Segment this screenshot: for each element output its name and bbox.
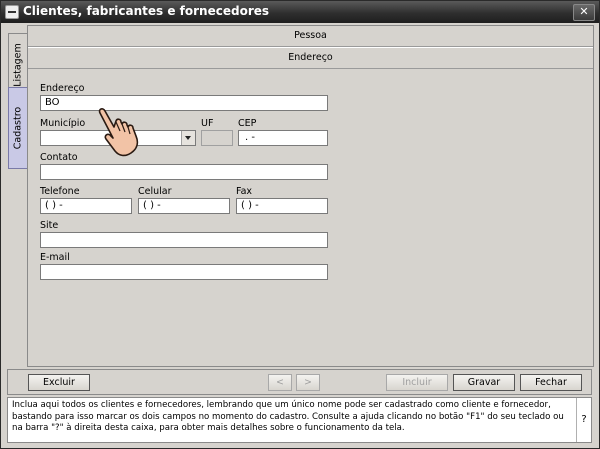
cep-label: CEP [238, 118, 257, 129]
site-label: Site [40, 220, 59, 231]
contato-field[interactable] [40, 164, 328, 180]
uf-field [201, 130, 233, 146]
tab-cadastro[interactable]: Cadastro [8, 87, 28, 169]
previous-record-button[interactable]: < [268, 374, 292, 391]
chevron-down-icon[interactable] [181, 131, 195, 145]
vertical-tabs: Listagem Cadastro [7, 25, 29, 365]
form-panel: Pessoa Endereço Endereço BO Município UF… [27, 25, 594, 367]
email-label: E-mail [40, 252, 70, 263]
email-field[interactable] [40, 264, 328, 280]
section-endereco[interactable]: Endereço [28, 47, 593, 69]
fechar-button[interactable]: Fechar [520, 374, 582, 391]
section-pessoa[interactable]: Pessoa [28, 26, 593, 47]
excluir-button[interactable]: Excluir [28, 374, 90, 391]
municipio-label: Município [40, 118, 86, 129]
window-menu-icon[interactable] [5, 5, 19, 19]
client-area: Listagem Cadastro Pessoa Endereço Endere… [7, 25, 594, 443]
endereco-field[interactable]: BO [40, 95, 328, 111]
incluir-button[interactable]: Incluir [386, 374, 448, 391]
fax-label: Fax [236, 186, 253, 197]
help-box: Inclua aqui todos os clientes e forneced… [7, 397, 592, 443]
telefone-field[interactable]: ( ) - [40, 198, 132, 214]
help-text: Inclua aqui todos os clientes e forneced… [12, 400, 564, 433]
fax-field[interactable]: ( ) - [236, 198, 328, 214]
button-bar: Excluir < > Incluir Gravar Fechar [7, 369, 592, 395]
help-question-button[interactable]: ? [576, 398, 591, 442]
close-button[interactable]: ✕ [573, 4, 595, 21]
title-bar[interactable]: Clientes, fabricantes e fornecedores ✕ [1, 1, 599, 23]
gravar-button[interactable]: Gravar [453, 374, 515, 391]
app-window: Clientes, fabricantes e fornecedores ✕ L… [0, 0, 600, 449]
uf-label: UF [201, 118, 214, 129]
tab-cadastro-label: Cadastro [12, 106, 24, 150]
next-record-button[interactable]: > [296, 374, 320, 391]
celular-label: Celular [138, 186, 172, 197]
contato-label: Contato [40, 152, 78, 163]
site-field[interactable] [40, 232, 328, 248]
hand-pointer-icon [98, 108, 139, 157]
window-title: Clientes, fabricantes e fornecedores [23, 4, 270, 18]
endereco-label: Endereço [40, 83, 85, 94]
celular-field[interactable]: ( ) - [138, 198, 230, 214]
telefone-label: Telefone [40, 186, 80, 197]
cep-field[interactable]: . - [238, 130, 328, 146]
tab-listagem-label: Listagem [12, 43, 24, 87]
